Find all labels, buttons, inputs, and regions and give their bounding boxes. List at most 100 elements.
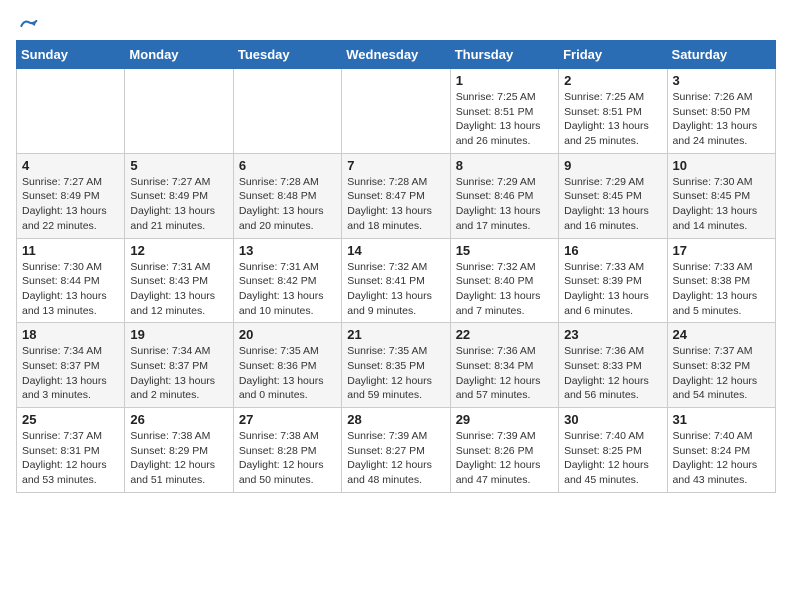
calendar-cell: 21 Sunrise: 7:35 AM Sunset: 8:35 PM Dayli… [342,323,450,408]
calendar-cell: 17 Sunrise: 7:33 AM Sunset: 8:38 PM Dayli… [667,238,775,323]
day-number: 26 [130,412,227,427]
day-number: 6 [239,158,336,173]
calendar-week-row: 1Sunrise: 7:25 AM Sunset: 8:51 PM Daylig… [17,69,776,154]
day-info: Sunrise: 7:25 AM Sunset: 8:51 PM Dayligh… [564,90,661,149]
day-info: Sunrise: 7:36 AM Sunset: 8:34 PM Dayligh… [456,344,553,403]
day-number: 22 [456,327,553,342]
calendar-week-row: 18 Sunrise: 7:34 AM Sunset: 8:37 PM Dayli… [17,323,776,408]
calendar-table: Sunday Monday Tuesday Wednesday Thursday… [16,40,776,493]
calendar-cell: 28Sunrise: 7:39 AM Sunset: 8:27 PM Dayli… [342,408,450,493]
day-number: 12 [130,243,227,258]
day-info: Sunrise: 7:26 AM Sunset: 8:50 PM Dayligh… [673,90,770,149]
day-number: 31 [673,412,770,427]
day-number: 3 [673,73,770,88]
header-saturday: Saturday [667,41,775,69]
day-info: Sunrise: 7:27 AM Sunset: 8:49 PM Dayligh… [22,175,119,234]
calendar-cell: 30 Sunrise: 7:40 AM Sunset: 8:25 PM Dayli… [559,408,667,493]
day-info: Sunrise: 7:39 AM Sunset: 8:26 PM Dayligh… [456,429,553,488]
day-number: 13 [239,243,336,258]
calendar-cell: 27 Sunrise: 7:38 AM Sunset: 8:28 PM Dayli… [233,408,341,493]
calendar-cell: 14Sunrise: 7:32 AM Sunset: 8:41 PM Dayli… [342,238,450,323]
calendar-cell: 13Sunrise: 7:31 AM Sunset: 8:42 PM Dayli… [233,238,341,323]
calendar-cell: 6 Sunrise: 7:28 AM Sunset: 8:48 PM Daylig… [233,153,341,238]
day-info: Sunrise: 7:34 AM Sunset: 8:37 PM Dayligh… [22,344,119,403]
day-number: 14 [347,243,444,258]
calendar-week-row: 4 Sunrise: 7:27 AM Sunset: 8:49 PM Daylig… [17,153,776,238]
day-info: Sunrise: 7:31 AM Sunset: 8:43 PM Dayligh… [130,260,227,319]
calendar-cell [233,69,341,154]
day-info: Sunrise: 7:35 AM Sunset: 8:35 PM Dayligh… [347,344,444,403]
day-info: Sunrise: 7:32 AM Sunset: 8:40 PM Dayligh… [456,260,553,319]
day-info: Sunrise: 7:36 AM Sunset: 8:33 PM Dayligh… [564,344,661,403]
day-info: Sunrise: 7:28 AM Sunset: 8:47 PM Dayligh… [347,175,444,234]
day-info: Sunrise: 7:30 AM Sunset: 8:44 PM Dayligh… [22,260,119,319]
calendar-cell: 20 Sunrise: 7:35 AM Sunset: 8:36 PM Dayli… [233,323,341,408]
day-info: Sunrise: 7:38 AM Sunset: 8:29 PM Dayligh… [130,429,227,488]
calendar-cell: 10 Sunrise: 7:30 AM Sunset: 8:45 PM Dayli… [667,153,775,238]
calendar-cell: 31 Sunrise: 7:40 AM Sunset: 8:24 PM Dayli… [667,408,775,493]
day-number: 30 [564,412,661,427]
day-info: Sunrise: 7:27 AM Sunset: 8:49 PM Dayligh… [130,175,227,234]
calendar-cell: 8 Sunrise: 7:29 AM Sunset: 8:46 PM Daylig… [450,153,558,238]
day-info: Sunrise: 7:29 AM Sunset: 8:45 PM Dayligh… [564,175,661,234]
calendar-cell: 24Sunrise: 7:37 AM Sunset: 8:32 PM Dayli… [667,323,775,408]
calendar-cell: 12 Sunrise: 7:31 AM Sunset: 8:43 PM Dayli… [125,238,233,323]
calendar-cell: 2Sunrise: 7:25 AM Sunset: 8:51 PM Daylig… [559,69,667,154]
calendar-cell: 25 Sunrise: 7:37 AM Sunset: 8:31 PM Dayli… [17,408,125,493]
day-info: Sunrise: 7:25 AM Sunset: 8:51 PM Dayligh… [456,90,553,149]
day-info: Sunrise: 7:29 AM Sunset: 8:46 PM Dayligh… [456,175,553,234]
day-info: Sunrise: 7:28 AM Sunset: 8:48 PM Dayligh… [239,175,336,234]
calendar-body: 1Sunrise: 7:25 AM Sunset: 8:51 PM Daylig… [17,69,776,493]
day-info: Sunrise: 7:40 AM Sunset: 8:25 PM Dayligh… [564,429,661,488]
calendar-cell [342,69,450,154]
day-number: 23 [564,327,661,342]
day-number: 4 [22,158,119,173]
logo [16,16,38,32]
day-info: Sunrise: 7:33 AM Sunset: 8:39 PM Dayligh… [564,260,661,319]
calendar-cell: 15 Sunrise: 7:32 AM Sunset: 8:40 PM Dayli… [450,238,558,323]
calendar-cell: 3 Sunrise: 7:26 AM Sunset: 8:50 PM Daylig… [667,69,775,154]
calendar-week-row: 25 Sunrise: 7:37 AM Sunset: 8:31 PM Dayli… [17,408,776,493]
calendar-cell: 18 Sunrise: 7:34 AM Sunset: 8:37 PM Dayli… [17,323,125,408]
day-number: 24 [673,327,770,342]
day-number: 15 [456,243,553,258]
calendar-cell: 5 Sunrise: 7:27 AM Sunset: 8:49 PM Daylig… [125,153,233,238]
header-wednesday: Wednesday [342,41,450,69]
calendar-cell: 19 Sunrise: 7:34 AM Sunset: 8:37 PM Dayli… [125,323,233,408]
day-number: 20 [239,327,336,342]
day-number: 17 [673,243,770,258]
calendar-cell [125,69,233,154]
day-number: 25 [22,412,119,427]
day-number: 21 [347,327,444,342]
day-info: Sunrise: 7:30 AM Sunset: 8:45 PM Dayligh… [673,175,770,234]
day-info: Sunrise: 7:35 AM Sunset: 8:36 PM Dayligh… [239,344,336,403]
day-number: 16 [564,243,661,258]
day-number: 10 [673,158,770,173]
day-number: 8 [456,158,553,173]
day-info: Sunrise: 7:34 AM Sunset: 8:37 PM Dayligh… [130,344,227,403]
day-number: 9 [564,158,661,173]
day-number: 18 [22,327,119,342]
day-info: Sunrise: 7:38 AM Sunset: 8:28 PM Dayligh… [239,429,336,488]
calendar-cell: 7 Sunrise: 7:28 AM Sunset: 8:47 PM Daylig… [342,153,450,238]
calendar-cell [17,69,125,154]
day-number: 11 [22,243,119,258]
calendar-cell: 16 Sunrise: 7:33 AM Sunset: 8:39 PM Dayli… [559,238,667,323]
calendar-cell: 11 Sunrise: 7:30 AM Sunset: 8:44 PM Dayli… [17,238,125,323]
day-number: 28 [347,412,444,427]
day-info: Sunrise: 7:40 AM Sunset: 8:24 PM Dayligh… [673,429,770,488]
calendar-header-row: Sunday Monday Tuesday Wednesday Thursday… [17,41,776,69]
day-info: Sunrise: 7:33 AM Sunset: 8:38 PM Dayligh… [673,260,770,319]
day-number: 5 [130,158,227,173]
day-number: 19 [130,327,227,342]
header-friday: Friday [559,41,667,69]
calendar-cell: 22 Sunrise: 7:36 AM Sunset: 8:34 PM Dayli… [450,323,558,408]
calendar-cell: 9 Sunrise: 7:29 AM Sunset: 8:45 PM Daylig… [559,153,667,238]
day-number: 27 [239,412,336,427]
header-thursday: Thursday [450,41,558,69]
calendar-cell: 26 Sunrise: 7:38 AM Sunset: 8:29 PM Dayli… [125,408,233,493]
calendar-week-row: 11 Sunrise: 7:30 AM Sunset: 8:44 PM Dayli… [17,238,776,323]
calendar-cell: 1Sunrise: 7:25 AM Sunset: 8:51 PM Daylig… [450,69,558,154]
day-info: Sunrise: 7:37 AM Sunset: 8:31 PM Dayligh… [22,429,119,488]
day-number: 7 [347,158,444,173]
